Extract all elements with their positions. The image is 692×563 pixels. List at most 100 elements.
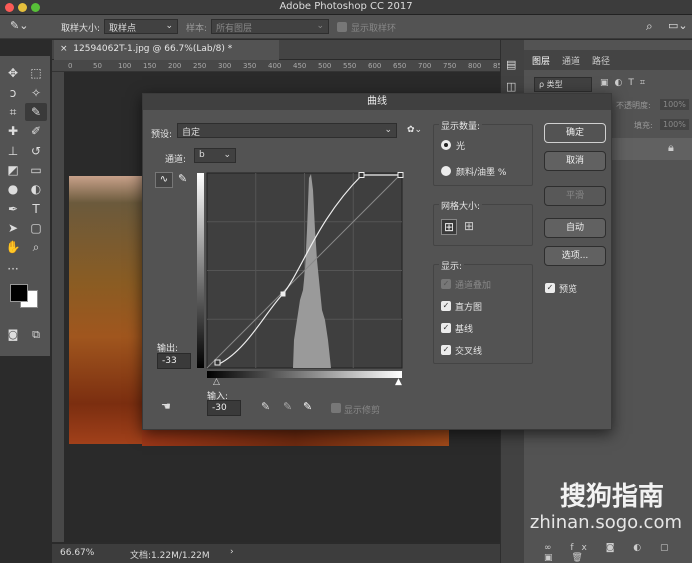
eyedropper-icon[interactable]: ✎⌄ [10,19,28,32]
preview-checkbox[interactable]: ✓ [545,283,555,293]
lock-icon: 🔒︎ [668,141,674,154]
document-image [69,176,142,444]
sample-label: 样本: [186,24,208,34]
search-icon[interactable]: ⌕ [646,19,653,34]
intersection-checkbox[interactable]: ✓ [441,345,451,355]
zoom-level[interactable]: 66.67% [60,548,94,558]
auto-button[interactable]: 自动 [544,218,606,238]
magic-wand-icon[interactable]: ✧ [25,84,47,102]
gradient-tool-icon[interactable]: ▭ [25,161,47,179]
white-eyedropper-icon[interactable]: ✎ [303,400,312,413]
shape-tool-icon[interactable]: ▢ [25,219,47,237]
workspace-icon[interactable]: ▭⌄ [668,19,688,32]
tab-paths[interactable]: 路径 [592,54,610,67]
watermark-url: zhinan.sogo.com [529,512,682,533]
sample-size-select[interactable]: 取样点 ⌄ [104,19,178,34]
doc-info: 文档:1.22M/1.22M [130,551,210,561]
path-select-icon[interactable]: ➤ [2,219,24,237]
show-title: 显示: [439,259,465,272]
ruler-tick-label: 150 [143,62,157,70]
tab-layers[interactable]: 图层 [532,54,550,67]
pen-tool-icon[interactable]: ✒ [2,200,24,218]
channel-label: 通道: [165,155,187,165]
preset-options-icon[interactable]: ✿⌄ [407,125,422,135]
tab-close-icon[interactable]: × [60,44,68,54]
eraser-tool-icon[interactable]: ◩ [2,161,24,179]
options-button[interactable]: 选项... [544,246,606,266]
opacity-value[interactable]: 100% [660,99,689,110]
options-bar: ✎⌄ 取样大小: 取样点 ⌄ 样本: 所有图层 ⌄ 显示取样环 ⌕ ▭⌄ [0,15,692,39]
show-ring-label: 显示取样环 [351,24,397,34]
dialog-title: 曲线 [143,94,611,110]
show-ring-checkbox[interactable] [337,22,347,32]
properties-icon[interactable]: ▤ [506,58,516,71]
eyedropper-tool-icon[interactable]: ✎ [25,103,47,121]
filter-icons[interactable]: ▣◐T⌗ [600,78,651,88]
target-adjust-icon[interactable]: ☚ [161,400,171,413]
app-title: Adobe Photoshop CC 2017 [279,1,413,12]
simple-grid-icon[interactable]: ⊞ [441,219,457,235]
ruler-tick-label: 650 [393,62,407,70]
ruler-tick-label: 500 [318,62,332,70]
ruler-tick-label: 750 [443,62,457,70]
detailed-grid-icon[interactable]: ⊞ [461,219,477,235]
hand-tool-icon[interactable]: ✋ [2,238,24,256]
document-image-bottom [142,430,449,446]
move-tool-icon[interactable]: ✥ [2,64,24,82]
channel-select[interactable]: b ⌄ [194,148,236,163]
cancel-button[interactable]: 取消 [544,151,606,171]
history-brush-icon[interactable]: ↺ [25,142,47,160]
more-tools-icon[interactable]: ··· [2,260,24,278]
show-clipping-label: 显示修剪 [344,406,381,416]
adjustments-icon[interactable]: ◫ [506,80,516,93]
input-field[interactable]: -30 [207,400,241,416]
histogram-checkbox[interactable]: ✓ [441,301,451,311]
ruler-tick-label: 400 [268,62,282,70]
intersection-label: 交叉线 [455,347,483,357]
healing-brush-icon[interactable]: ✚ [2,122,24,140]
layer-kind-filter[interactable]: ρ 类型 [534,77,592,92]
smooth-button[interactable]: 平滑 [544,186,606,206]
lasso-tool-icon[interactable]: ↄ [2,84,24,102]
brush-tool-icon[interactable]: ✐ [25,122,47,140]
pigment-radio[interactable] [441,166,451,176]
ruler-tick-label: 600 [368,62,382,70]
tab-channels[interactable]: 通道 [562,54,580,67]
ruler-tick-label: 700 [418,62,432,70]
dodge-tool-icon[interactable]: ◐ [25,180,47,198]
crop-tool-icon[interactable]: ⌗ [2,103,24,121]
curve-edit-icon[interactable]: ∿ [155,172,173,188]
ruler-tick-label: 100 [118,62,132,70]
white-point-slider-icon[interactable]: ▲ [395,377,402,387]
curves-dialog: 曲线 预设: 自定 ⌄ ✿⌄ 通道: b ⌄ ∿ ✎ △ ▲ 输出: -33 输入:… [142,93,612,430]
screen-mode-icon[interactable]: ⧉ [25,326,47,344]
document-tab[interactable]: × 12594062T-1.jpg @ 66.7%(Lab/8) * [54,40,279,60]
vertical-ruler [52,72,64,542]
show-clipping-checkbox[interactable] [331,403,341,413]
status-bar: 66.67% 文档:1.22M/1.22M › [52,544,500,563]
histogram-label: 直方图 [455,303,483,313]
curves-graph[interactable] [197,170,407,382]
blur-tool-icon[interactable]: ● [2,180,24,198]
black-point-slider-icon[interactable]: △ [213,377,220,387]
quick-mask-icon[interactable]: ◙ [2,326,24,344]
black-eyedropper-icon[interactable]: ✎ [261,400,270,413]
foreground-color-swatch[interactable] [10,284,28,302]
fill-value[interactable]: 100% [660,119,689,130]
pencil-draw-icon[interactable]: ✎ [178,172,192,188]
gray-eyedropper-icon[interactable]: ✎ [283,400,292,413]
zoom-tool-icon[interactable]: ⌕ [25,238,47,256]
light-radio[interactable] [441,140,451,150]
ok-button[interactable]: 确定 [544,123,606,143]
preset-select[interactable]: 自定 ⌄ [177,123,397,138]
baseline-checkbox[interactable]: ✓ [441,323,451,333]
marquee-tool-icon[interactable]: ⬚ [25,64,47,82]
sample-select[interactable]: 所有图层 ⌄ [211,19,329,34]
layer-actions-icons[interactable]: ∞ fx ◙ ◐ ▢ ▣ 🗑︎ [544,543,692,563]
output-field[interactable]: -33 [157,353,191,369]
type-tool-icon[interactable]: T [25,200,47,218]
display-amount-title: 显示数量: [439,119,483,132]
status-arrow-icon[interactable]: › [230,547,234,557]
channel-overlay-checkbox[interactable]: ✓ [441,279,451,289]
stamp-tool-icon[interactable]: ⊥ [2,142,24,160]
